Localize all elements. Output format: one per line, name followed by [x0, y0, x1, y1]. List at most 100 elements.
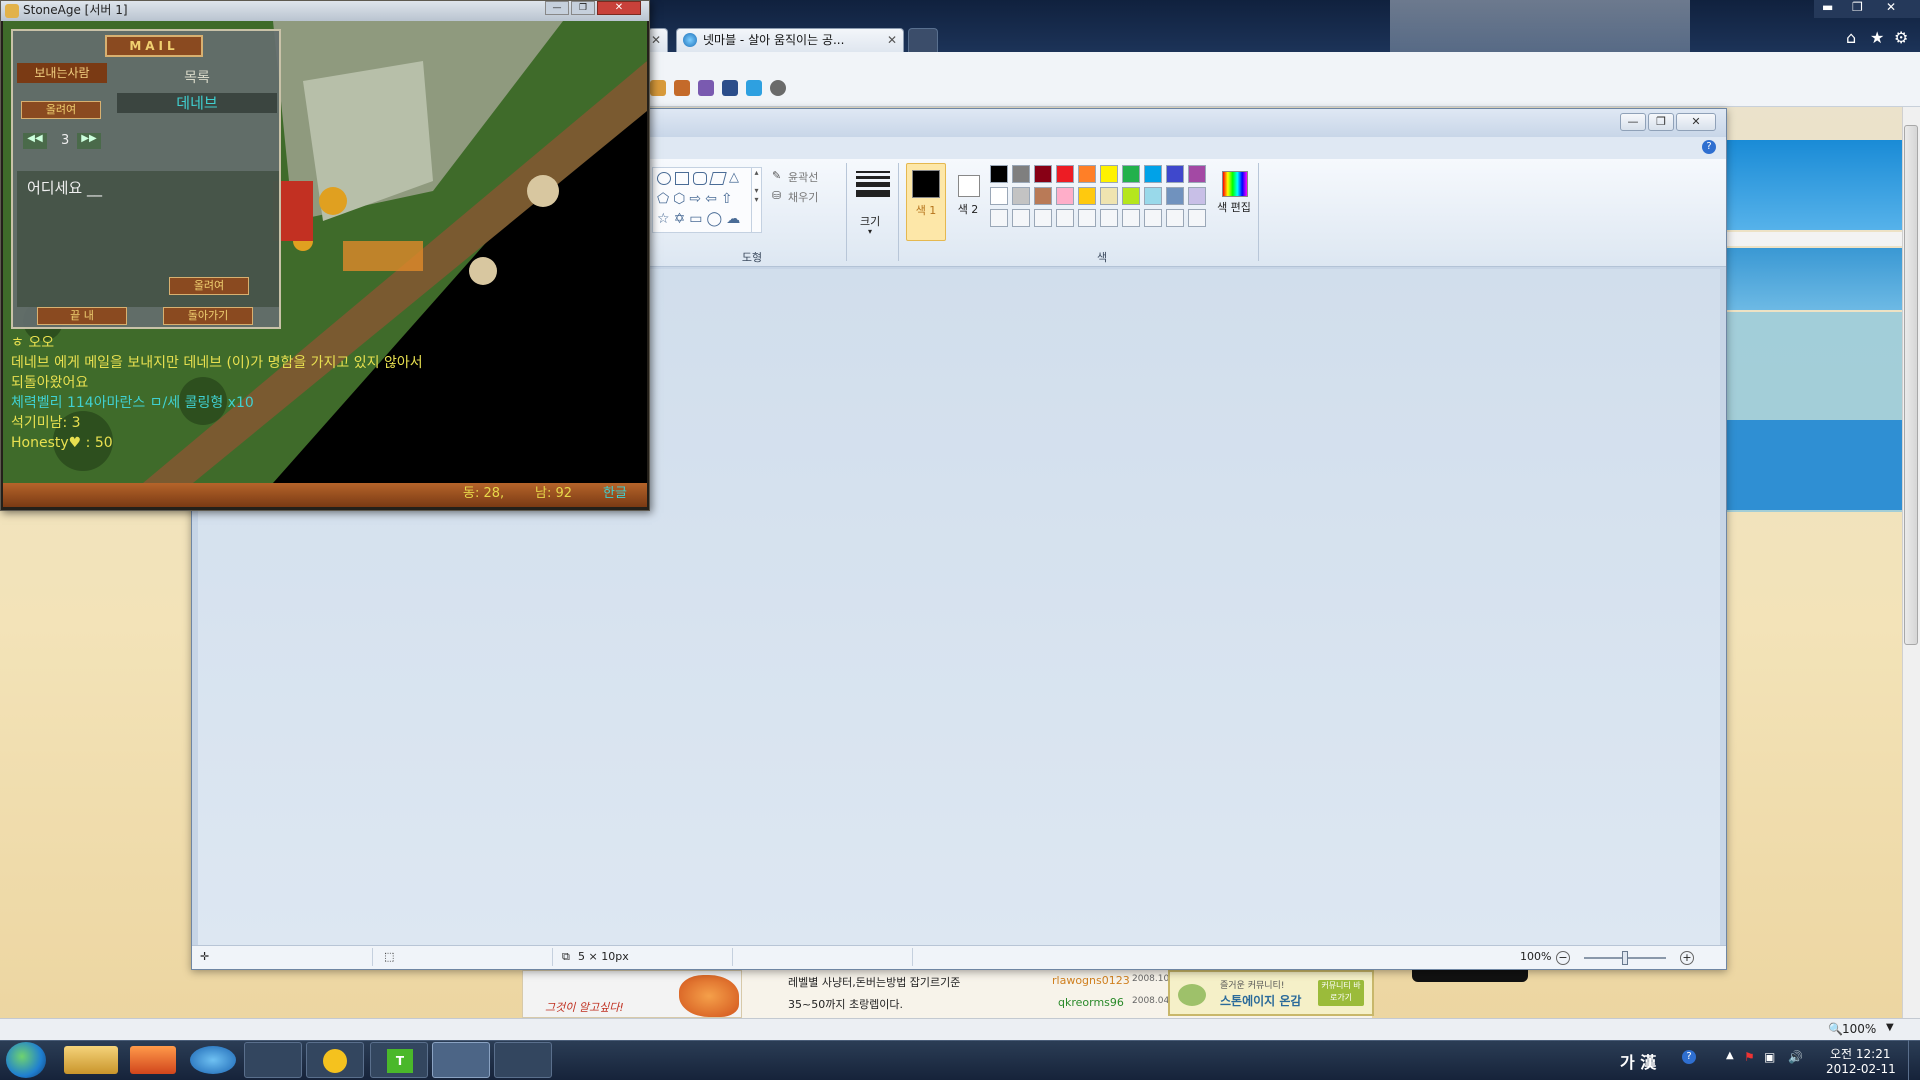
stoneage-taskbar-button[interactable] — [432, 1042, 490, 1078]
color-swatch[interactable] — [1056, 209, 1074, 227]
send-button[interactable]: 올려여 — [169, 277, 249, 295]
star-shape-icon[interactable]: ☆ — [657, 212, 670, 226]
start-button-icon[interactable] — [6, 1042, 46, 1078]
callout-cloud-shape-icon[interactable]: ☁ — [726, 212, 740, 226]
color-swatch[interactable] — [1166, 165, 1184, 183]
color-swatch[interactable] — [1056, 165, 1074, 183]
size-button[interactable] — [856, 171, 890, 197]
settings-icon[interactable] — [770, 80, 786, 96]
home-icon[interactable]: ⌂ — [1846, 28, 1856, 47]
minimize-button[interactable]: — — [545, 1, 569, 15]
save-icon[interactable] — [722, 80, 738, 96]
oval-shape-icon[interactable] — [657, 172, 671, 185]
explorer-taskbar-icon[interactable] — [64, 1046, 118, 1074]
color-swatch[interactable] — [1078, 187, 1096, 205]
favorites-star-icon[interactable]: ★ — [1870, 28, 1884, 47]
color-swatch[interactable] — [990, 187, 1008, 205]
show-desktop-button[interactable] — [1908, 1040, 1920, 1080]
color-swatch[interactable] — [1034, 165, 1052, 183]
minimize-button[interactable]: — — [1620, 113, 1646, 131]
community-promo[interactable]: 즐거운 커뮤니티! 스톤에이지 온감 커뮤니티 바로가기 — [1168, 970, 1374, 1016]
close-button[interactable]: ✕ — [597, 1, 641, 15]
close-button[interactable]: ✕ — [1676, 113, 1716, 131]
next-page-icon[interactable]: ▶▶ — [77, 133, 101, 149]
color-swatch[interactable] — [1012, 165, 1030, 183]
color-swatch[interactable] — [1122, 187, 1140, 205]
browser-tab-1[interactable]: ✕ — [648, 28, 668, 52]
polygon-shape-icon[interactable] — [709, 172, 727, 185]
community-button[interactable]: 커뮤니티 바로가기 — [1318, 980, 1364, 1006]
new-tab-button[interactable] — [908, 28, 938, 52]
browser-zoom-level[interactable]: 100% — [1842, 1022, 1876, 1036]
t-app-taskbar-button[interactable]: T — [370, 1042, 428, 1078]
zoom-slider-thumb[interactable] — [1622, 951, 1628, 965]
close-mail-button[interactable]: 끝 내 — [37, 307, 127, 325]
color-swatch[interactable] — [1078, 165, 1096, 183]
back-button[interactable]: 돌아가기 — [163, 307, 253, 325]
fill-icon[interactable]: ⛁ — [772, 189, 781, 202]
post-title[interactable]: 레벨별 사냥터,돈버는방법 잡기르기준 — [788, 976, 960, 989]
media-player-taskbar-icon[interactable] — [130, 1046, 176, 1074]
messenger-taskbar-button[interactable] — [244, 1042, 302, 1078]
color-swatch[interactable] — [1034, 187, 1052, 205]
chevron-down-icon[interactable]: ▾ — [868, 227, 872, 236]
color-swatch[interactable] — [1166, 209, 1184, 227]
internet-explorer-taskbar-icon[interactable] — [190, 1046, 236, 1074]
outline-icon[interactable]: ✎ — [772, 169, 781, 182]
color-swatch[interactable] — [990, 165, 1008, 183]
callout-rect-shape-icon[interactable]: ▭ — [689, 212, 702, 226]
maximize-button[interactable]: ❐ — [571, 1, 595, 15]
help-icon[interactable]: ? — [1682, 1050, 1696, 1064]
color-swatch[interactable] — [1144, 187, 1162, 205]
color-swatch[interactable] — [1034, 209, 1052, 227]
zoom-out-icon[interactable]: − — [1556, 951, 1570, 965]
close-icon[interactable]: ✕ — [1886, 0, 1896, 14]
twitter-icon[interactable] — [746, 80, 762, 96]
close-icon[interactable]: ✕ — [887, 29, 897, 51]
folder-icon[interactable] — [650, 80, 666, 96]
color-swatch[interactable] — [1012, 187, 1030, 205]
pentagon-shape-icon[interactable]: ⬠ — [657, 192, 669, 206]
paint-taskbar-button[interactable] — [494, 1042, 552, 1078]
register-button[interactable]: 올려여 — [21, 101, 101, 119]
minimize-icon[interactable]: ▬ — [1822, 0, 1833, 14]
tray-expand-icon[interactable]: ▲ — [1726, 1050, 1734, 1061]
color-swatch[interactable] — [1100, 187, 1118, 205]
gallery-scroll[interactable]: ▴ ▾ ▾ — [751, 168, 761, 232]
game-viewport[interactable]: MAIL 보내는사람 목록 데네브 올려여 ◀◀ 3 ▶▶ 어디세요 __ 올려… — [3, 21, 647, 483]
color-swatch[interactable] — [1122, 165, 1140, 183]
color-swatch[interactable] — [1144, 209, 1162, 227]
color-swatch[interactable] — [1078, 209, 1096, 227]
fill-label[interactable]: 채우기 — [788, 189, 818, 205]
rectangle-shape-icon[interactable] — [675, 172, 689, 185]
edit-colors-button[interactable]: 색 편집 — [1216, 163, 1252, 241]
recipient-name[interactable]: 데네브 — [117, 93, 277, 113]
arrow-left-shape-icon[interactable]: ⇦ — [705, 192, 717, 206]
color-swatch[interactable] — [1144, 165, 1162, 183]
print-icon[interactable] — [698, 80, 714, 96]
color-swatch[interactable] — [1188, 187, 1206, 205]
star6-shape-icon[interactable]: ✡ — [674, 212, 686, 226]
color-swatch[interactable] — [990, 209, 1008, 227]
clock-time[interactable]: 오전 12:21 — [1830, 1045, 1890, 1062]
sun-app-taskbar-button[interactable] — [306, 1042, 364, 1078]
chevron-down-icon[interactable]: ▼ — [1886, 1022, 1894, 1033]
outline-label[interactable]: 윤곽선 — [788, 169, 818, 185]
maximize-button[interactable]: ❐ — [1648, 113, 1674, 131]
color-swatch[interactable] — [1166, 187, 1184, 205]
scrollbar-thumb[interactable] — [1904, 125, 1918, 645]
post-title[interactable]: 35~50까지 초랑렙이다. — [788, 998, 903, 1011]
color-swatch[interactable] — [1122, 209, 1140, 227]
color-swatch[interactable] — [1188, 165, 1206, 183]
color-swatch[interactable] — [1056, 187, 1074, 205]
color2-button[interactable]: 색 2 — [950, 163, 986, 241]
network-icon[interactable]: ▣ — [1764, 1050, 1775, 1064]
flag-icon[interactable]: ⚑ — [1744, 1050, 1755, 1064]
zoom-in-icon[interactable]: + — [1680, 951, 1694, 965]
shapes-gallery[interactable]: △ ⬠ ⬡ ⇨ ⇦ ⇧ ☆ ✡ ▭ ◯ ☁ ▴ ▾ ▾ — [652, 167, 762, 233]
browser-tab-2[interactable]: 넷마블 - 살아 움직이는 공... ✕ — [676, 28, 904, 52]
callout-oval-shape-icon[interactable]: ◯ — [707, 212, 723, 226]
close-icon[interactable]: ✕ — [651, 29, 661, 51]
color-swatch[interactable] — [1188, 209, 1206, 227]
zoom-icon[interactable]: 🔍 — [1828, 1022, 1843, 1036]
